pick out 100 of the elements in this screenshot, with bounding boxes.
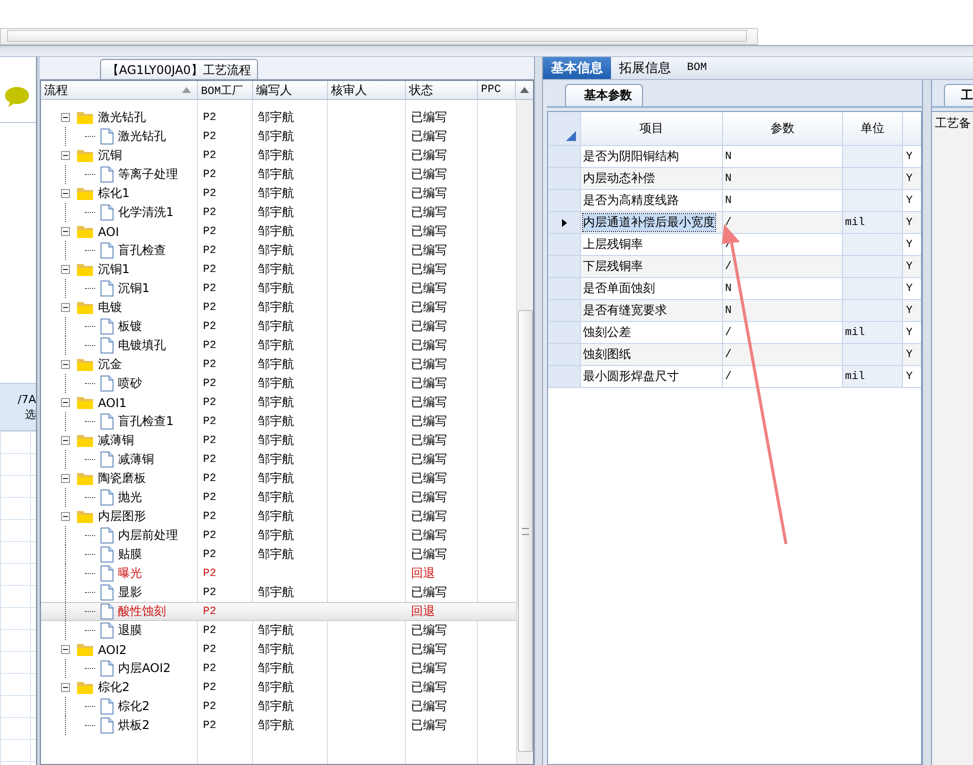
tree-row[interactable]: AOI1 P2 邹宇航 已编写 [41,393,516,412]
step-name: 贴膜 [118,546,142,563]
tree-row[interactable]: 沉铜1 P2 邹宇航 已编写 [41,279,516,298]
writer-text: 邹宇航 [258,432,294,449]
collapse-icon[interactable] [61,512,70,521]
tab[interactable]: 基本信息 [543,57,611,79]
tab[interactable]: 工 [944,84,973,106]
factory-text: P2 [203,568,216,580]
flag-text: Y [906,238,913,250]
parameter-row[interactable]: 蚀刻公差 / mil Y [548,322,921,344]
vertical-scrollbar[interactable] [516,100,533,764]
status-text: 已编写 [411,622,447,639]
factory-text: P2 [203,720,216,732]
tree-row[interactable]: AOI2 P2 邹宇航 已编写 [41,640,516,659]
tree-row[interactable]: 激光钻孔 P2 邹宇航 已编写 [41,108,516,127]
collapse-icon[interactable] [61,265,70,274]
parameter-row[interactable]: 是否为阴阳铜结构 N Y [548,146,921,168]
collapse-icon[interactable] [61,474,70,483]
writer-text: 邹宇航 [258,185,294,202]
document-icon [100,204,114,221]
tree-row[interactable]: 棕化2 P2 邹宇航 已编写 [41,678,516,697]
tree-row[interactable]: 减薄铜 P2 邹宇航 已编写 [41,431,516,450]
collapse-icon[interactable] [61,645,70,654]
column-header[interactable]: 单位 [843,112,903,145]
column-header[interactable]: 流程 [41,81,198,99]
column-header[interactable]: 编写人 [253,81,328,99]
parameter-row[interactable]: 最小圆形焊盘尺寸 / mil Y [548,366,921,388]
writer-text: 邹宇航 [258,451,294,468]
tree-row[interactable]: 内层AOI2 P2 邹宇航 已编写 [41,659,516,678]
parameter-row[interactable]: 是否有缝宽要求 N Y [548,300,921,322]
tree-row[interactable]: 抛光 P2 邹宇航 已编写 [41,488,516,507]
horizontal-scrollbar[interactable] [0,28,758,45]
unit-text: mil [845,326,865,338]
tree-row[interactable]: 棕化2 P2 邹宇航 已编写 [41,697,516,716]
folder-icon [76,680,94,695]
tree-row[interactable]: 陶瓷磨板 P2 邹宇航 已编写 [41,469,516,488]
parameter-row[interactable]: 内层动态补偿 N Y [548,168,921,190]
tree-row[interactable]: 盲孔检查1 P2 邹宇航 已编写 [41,412,516,431]
param-value: N [725,172,732,184]
column-header[interactable]: 项目 [581,112,723,145]
column-header[interactable]: BOM工厂 [198,81,253,99]
tree-row[interactable]: 化学清洗1 P2 邹宇航 已编写 [41,203,516,222]
parameter-row[interactable]: 是否单面蚀刻 N Y [548,278,921,300]
corner-icon [566,131,576,141]
collapse-icon[interactable] [61,436,70,445]
collapse-icon[interactable] [61,113,70,122]
tree-row[interactable]: 烘板2 P2 邹宇航 已编写 [41,716,516,735]
parameter-row[interactable]: 是否为高精度线路 N Y [548,190,921,212]
factory-text: P2 [203,378,216,390]
writer-text: 邹宇航 [258,717,294,734]
scroll-thumb[interactable] [7,30,747,42]
document-icon [100,660,114,677]
collapse-icon[interactable] [61,360,70,369]
tree-row[interactable]: 曝光 P2 回退 [41,564,516,583]
column-header[interactable]: 状态 [406,81,478,99]
tree-row[interactable]: 板镀 P2 邹宇航 已编写 [41,317,516,336]
parameter-row[interactable]: 下层残铜率 / Y [548,256,921,278]
scroll-up-icon[interactable] [520,87,529,93]
tree-row[interactable]: 喷砂 P2 邹宇航 已编写 [41,374,516,393]
tree-row[interactable]: 沉铜1 P2 邹宇航 已编写 [41,260,516,279]
tree-row[interactable]: 贴膜 P2 邹宇航 已编写 [41,545,516,564]
tree-row[interactable]: 退膜 P2 邹宇航 已编写 [41,621,516,640]
parameter-row[interactable]: 蚀刻图纸 / Y [548,344,921,366]
collapse-icon[interactable] [61,227,70,236]
column-header[interactable]: 参数 [723,112,843,145]
tree-row[interactable]: 酸性蚀刻 P2 回退 [41,602,516,621]
tree-row[interactable]: 减薄铜 P2 邹宇航 已编写 [41,450,516,469]
factory-text: P2 [203,454,216,466]
collapse-icon[interactable] [61,151,70,160]
parameter-row[interactable]: 内层通道补偿后最小宽度 / mil Y [548,212,921,234]
tree-row[interactable]: 沉铜 P2 邹宇航 已编写 [41,146,516,165]
tree-row[interactable]: 电镀填孔 P2 邹宇航 已编写 [41,336,516,355]
tree-row[interactable]: AOI P2 邹宇航 已编写 [41,222,516,241]
factory-text: P2 [203,282,216,294]
step-name: 沉铜1 [118,280,150,297]
writer-text: 邹宇航 [258,641,294,658]
tree-row[interactable]: 沉金 P2 邹宇航 已编写 [41,355,516,374]
tree-row[interactable]: 内层前处理 P2 邹宇航 已编写 [41,526,516,545]
tree-row[interactable]: 棕化1 P2 邹宇航 已编写 [41,184,516,203]
tree-row[interactable]: 激光钻孔 P2 邹宇航 已编写 [41,127,516,146]
scroll-thumb[interactable] [518,310,533,752]
tab[interactable]: 拓展信息 [611,57,679,79]
tree-row[interactable]: 内层图形 P2 邹宇航 已编写 [41,507,516,526]
collapse-icon[interactable] [61,189,70,198]
step-name: 激光钻孔 [98,109,146,126]
collapse-icon[interactable] [61,683,70,692]
step-name: 等离子处理 [118,166,178,183]
collapse-icon[interactable] [61,398,70,407]
status-text: 已编写 [411,280,447,297]
factory-text: P2 [203,244,216,256]
writer-text: 邹宇航 [258,128,294,145]
column-header[interactable]: 核审人 [328,81,406,99]
tree-row[interactable]: 电镀 P2 邹宇航 已编写 [41,298,516,317]
tab[interactable]: 基本参数 [565,84,643,106]
status-text: 已编写 [411,451,447,468]
tree-row[interactable]: 盲孔检查 P2 邹宇航 已编写 [41,241,516,260]
tree-row[interactable]: 等离子处理 P2 邹宇航 已编写 [41,165,516,184]
collapse-icon[interactable] [61,303,70,312]
tab[interactable]: BOM [679,57,715,79]
column-header[interactable]: PPC [478,81,516,99]
